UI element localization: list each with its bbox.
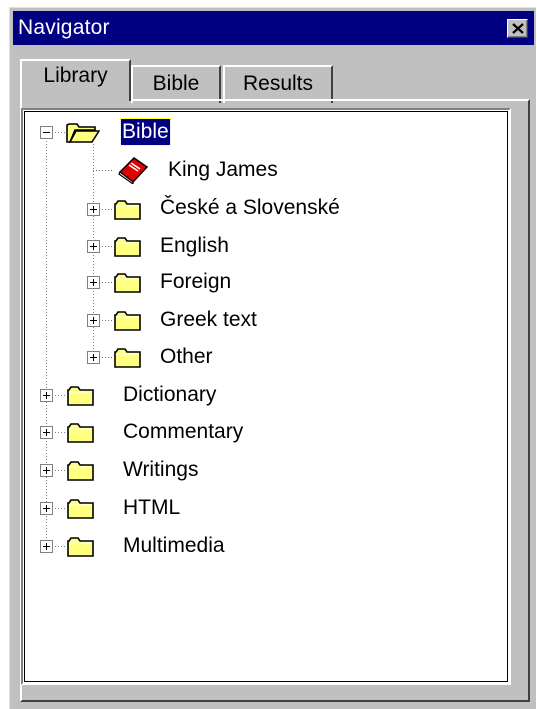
close-button[interactable] [507, 19, 528, 38]
folder-icon [67, 423, 94, 443]
plus-icon [43, 392, 50, 399]
folder-icon [67, 461, 94, 481]
expand-toggle[interactable] [87, 240, 100, 253]
expand-toggle[interactable] [40, 540, 53, 553]
expand-toggle[interactable] [40, 426, 53, 439]
folder-icon [67, 537, 94, 557]
expand-toggle[interactable] [40, 389, 53, 402]
tab-bible[interactable]: Bible [131, 65, 221, 103]
tree-node-greek-text[interactable]: Greek text [23, 306, 503, 336]
tree-label: King James [168, 158, 278, 181]
plus-icon [43, 467, 50, 474]
expand-toggle[interactable] [87, 203, 100, 216]
expand-toggle[interactable] [40, 464, 53, 477]
folder-icon [114, 237, 141, 257]
tree-label: Greek text [160, 308, 257, 331]
folder-icon [114, 311, 141, 331]
tree-label: Dictionary [123, 383, 217, 406]
plus-icon [43, 543, 50, 550]
expand-toggle[interactable] [87, 314, 100, 327]
tree-node-king-james[interactable]: King James [23, 156, 503, 186]
folder-open-icon [66, 123, 100, 143]
tree-label: Multimedia [123, 534, 225, 557]
tree-node-foreign[interactable]: Foreign [23, 268, 503, 298]
plus-icon [90, 243, 97, 250]
book-icon [118, 157, 149, 184]
tree-node-multimedia[interactable]: Multimedia [23, 532, 503, 562]
tree-node-commentary[interactable]: Commentary [23, 418, 503, 448]
tree-label: Foreign [160, 270, 232, 293]
plus-icon [43, 429, 50, 436]
folder-icon [114, 348, 141, 368]
expand-toggle[interactable] [87, 351, 100, 364]
tree-node-other[interactable]: Other [23, 343, 503, 373]
expand-toggle[interactable] [87, 276, 100, 289]
plus-icon [90, 317, 97, 324]
tab-library[interactable]: Library [20, 59, 131, 101]
tree-label: HTML [123, 496, 181, 519]
window-title: Navigator [18, 16, 110, 39]
folder-icon [114, 273, 141, 293]
minus-icon [43, 132, 50, 133]
tree-label: Writings [123, 458, 199, 481]
plus-icon [90, 279, 97, 286]
tree-label: Commentary [123, 420, 244, 443]
tree-label: Bible [120, 118, 171, 146]
tree-label: English [160, 234, 229, 257]
folder-icon [114, 200, 141, 220]
folder-icon [67, 386, 94, 406]
tree-node-ceske-a-slovenske[interactable]: České a Slovenské [23, 194, 503, 224]
tree-node-dictionary[interactable]: Dictionary [23, 381, 503, 411]
library-tree[interactable]: Bible King James České a Slovenské Engli… [21, 108, 511, 685]
plus-icon [90, 354, 97, 361]
expand-toggle[interactable] [40, 502, 53, 515]
plus-icon [43, 505, 50, 512]
tree-node-bible[interactable]: Bible [23, 118, 503, 148]
collapse-toggle[interactable] [40, 126, 53, 139]
plus-icon [90, 206, 97, 213]
tree-label: České a Slovenské [160, 196, 340, 219]
tab-results[interactable]: Results [223, 65, 333, 103]
tree-node-english[interactable]: English [23, 232, 503, 262]
close-icon [512, 23, 524, 34]
folder-icon [67, 499, 94, 519]
tree-node-html[interactable]: HTML [23, 494, 503, 524]
title-bar[interactable]: Navigator [13, 11, 534, 45]
tree-node-writings[interactable]: Writings [23, 456, 503, 486]
tree-label: Other [160, 345, 213, 368]
